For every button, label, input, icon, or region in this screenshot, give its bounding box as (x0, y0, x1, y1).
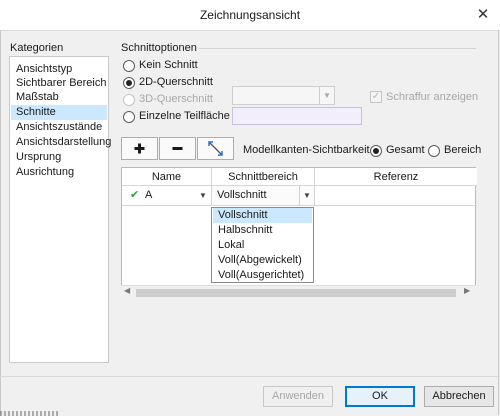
plus-icon (134, 143, 145, 154)
scroll-left-icon[interactable]: ◀ (124, 286, 130, 295)
schnittoptionen-header: Schnittoptionen (121, 42, 197, 54)
window-title: Zeichnungsansicht (199, 8, 301, 22)
radio-2d-querschnitt[interactable] (123, 77, 135, 89)
category-ansichtstyp[interactable]: Ansichtstyp (11, 62, 107, 77)
option-voll-abgewickelt[interactable]: Voll(Abgewickelt) (213, 253, 312, 268)
radio-3d-querschnitt (123, 94, 135, 106)
check-icon: ✔ (130, 189, 140, 201)
horizontal-scrollbar[interactable]: ◀ ▶ (121, 285, 476, 300)
scroll-right-icon[interactable]: ▶ (464, 286, 470, 295)
remove-button[interactable] (159, 137, 196, 160)
row-schnittbereich: Vollschnitt (217, 189, 267, 201)
checkbox-schraffur: ✓ (370, 91, 382, 103)
categories-header: Kategorien (10, 42, 64, 54)
chevron-down-icon[interactable]: ▼ (299, 186, 314, 205)
footer-divider (0, 376, 500, 377)
section-divider (199, 48, 476, 49)
label-kein-schnitt: Kein Schnitt (139, 59, 198, 71)
label-2d-querschnitt: 2D-Querschnitt (139, 76, 213, 88)
visibility-label: Modellkanten-Sichtbarkeit (243, 144, 370, 156)
table-row-schnittbereich-cell[interactable]: Vollschnitt ▼ (212, 186, 315, 206)
add-button[interactable] (121, 137, 158, 160)
category-sichtbarer-bereich[interactable]: Sichtbarer Bereich (11, 76, 107, 91)
column-header-schnittbereich[interactable]: Schnittbereich (212, 168, 315, 186)
row-name: A (145, 189, 153, 201)
category-ansichtszustaende[interactable]: Ansichtszustände (11, 120, 107, 135)
resize-gripper (0, 411, 60, 416)
option-halbschnitt[interactable]: Halbschnitt (213, 223, 312, 238)
table-row-name-cell[interactable]: ✔ A ▼ (122, 186, 212, 206)
radio-bereich[interactable] (428, 145, 440, 157)
category-ausrichtung[interactable]: Ausrichtung (11, 165, 107, 180)
section-arrow-button[interactable] (197, 137, 234, 160)
dropdown-3d-querschnitt: ▼ (232, 86, 335, 105)
category-ansichtsdarstellung[interactable]: Ansichtsdarstellung (11, 135, 111, 150)
abbrechen-button[interactable]: Abbrechen (424, 386, 494, 407)
anwenden-button[interactable]: Anwenden (263, 386, 333, 407)
radio-einzelne-teilflaeche[interactable] (123, 111, 135, 123)
column-header-referenz[interactable]: Referenz (315, 168, 477, 186)
table-row-referenz-cell[interactable] (315, 186, 477, 206)
minus-icon (172, 147, 183, 150)
radio-gesamt[interactable] (370, 145, 382, 157)
label-einzelne-teilflaeche: Einzelne Teilfläche (139, 110, 230, 122)
option-lokal[interactable]: Lokal (213, 238, 312, 253)
chevron-down-icon: ▼ (319, 87, 334, 104)
scroll-thumb[interactable] (136, 289, 456, 297)
label-schraffur: Schraffur anzeigen (386, 91, 479, 103)
category-massstab[interactable]: Maßstab (11, 90, 107, 105)
category-ursprung[interactable]: Ursprung (11, 150, 107, 165)
ok-button[interactable]: OK (345, 386, 415, 407)
chevron-down-icon[interactable]: ▼ (199, 186, 207, 205)
section-arrow-icon (208, 141, 223, 156)
teilflaeche-field[interactable] (232, 107, 362, 125)
categories-list: Ansichtstyp Sichtbarer Bereich Maßstab S… (9, 56, 111, 363)
option-voll-ausgerichtet[interactable]: Voll(Ausgerichtet) (213, 268, 312, 283)
column-header-name[interactable]: Name (122, 168, 212, 186)
label-gesamt: Gesamt (386, 144, 425, 156)
close-icon[interactable]: ✕ (466, 0, 500, 30)
option-vollschnitt[interactable]: Vollschnitt (213, 208, 312, 223)
label-3d-querschnitt: 3D-Querschnitt (139, 93, 213, 105)
category-schnitte[interactable]: Schnitte (11, 105, 107, 120)
radio-kein-schnitt[interactable] (123, 60, 135, 72)
label-bereich: Bereich (444, 144, 482, 156)
schnittbereich-dropdown-list: Vollschnitt Halbschnitt Lokal Voll(Abgew… (211, 207, 314, 283)
